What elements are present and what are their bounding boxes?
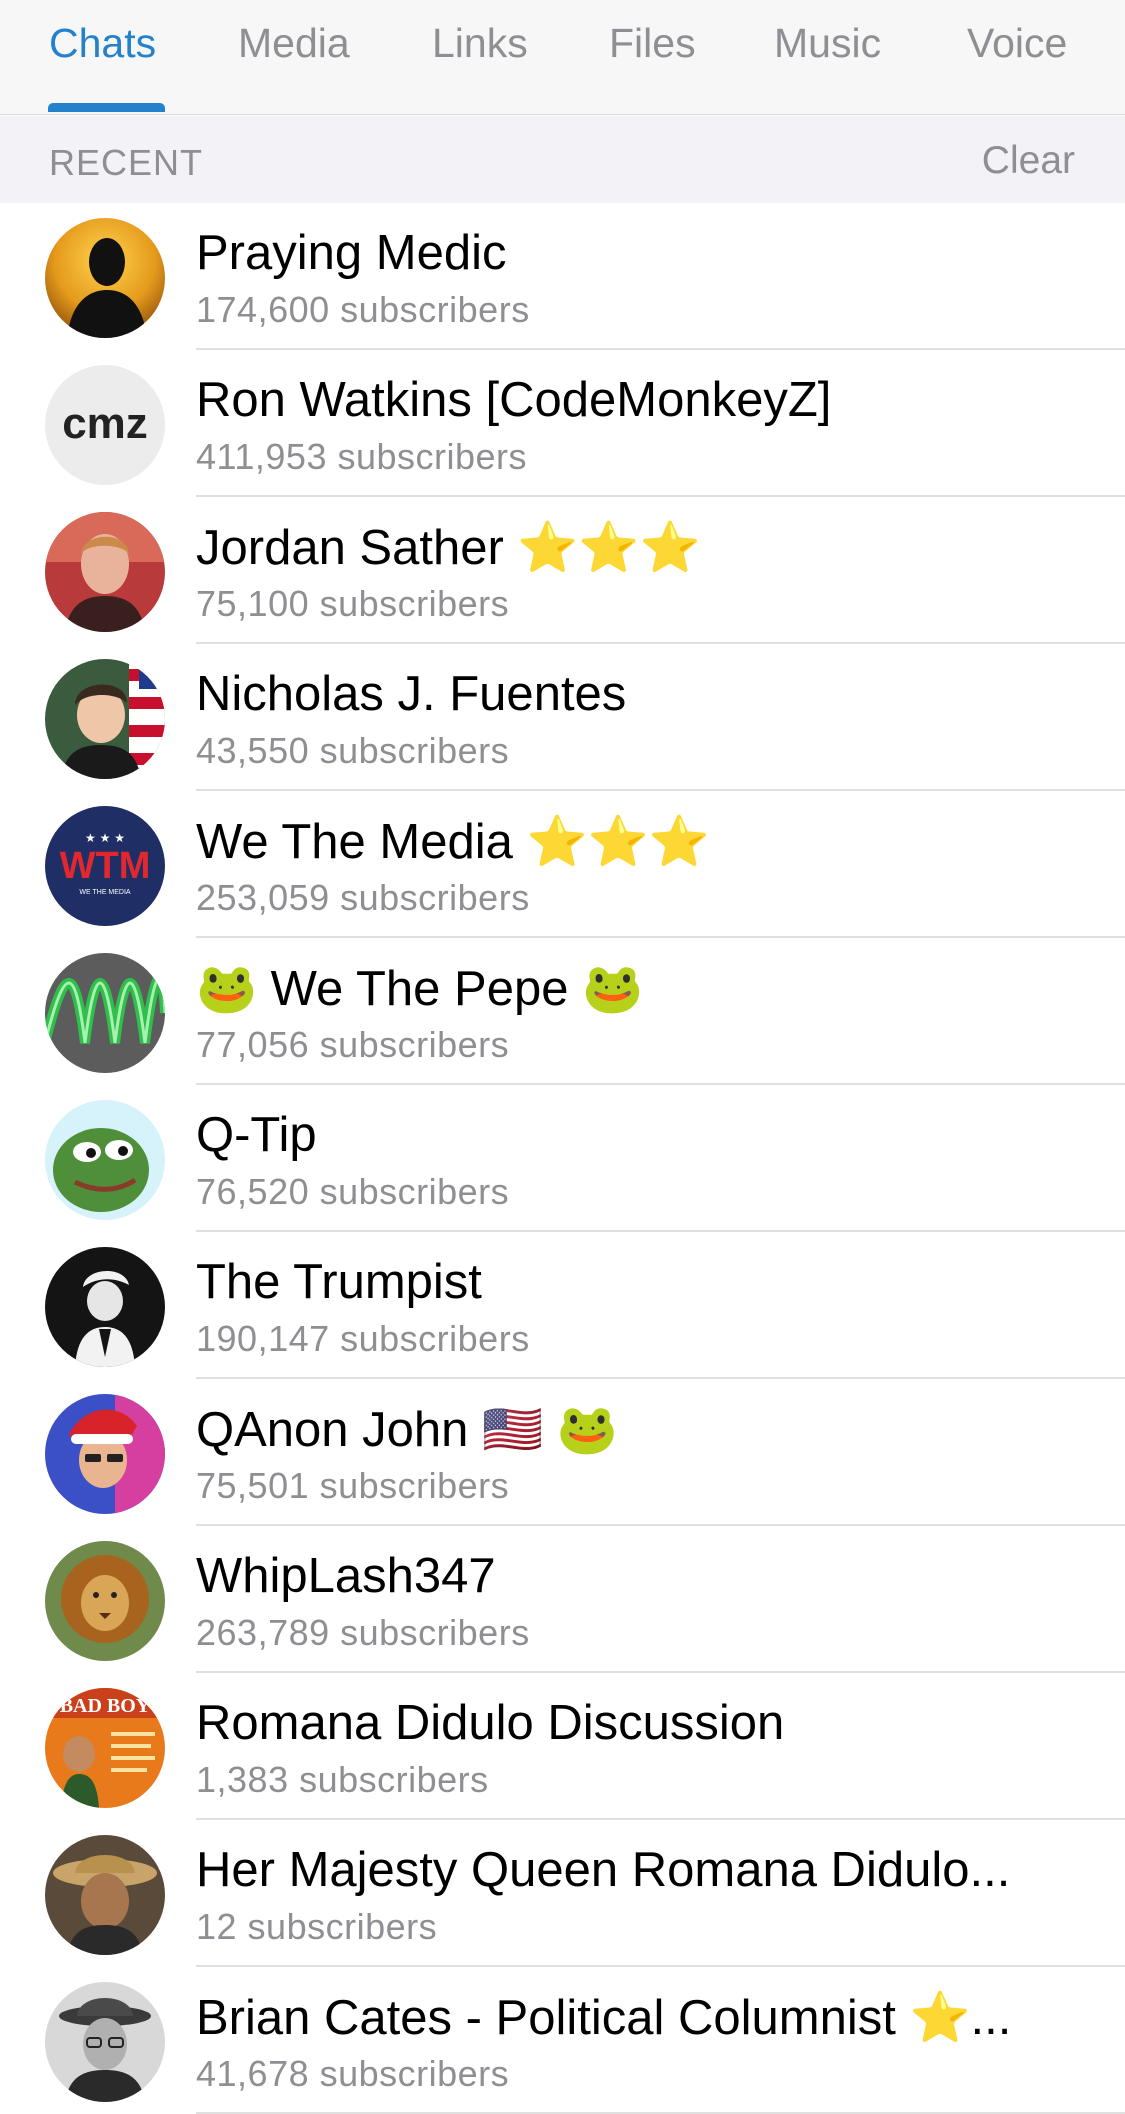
chat-name: 🐸 We The Pepe 🐸 xyxy=(196,962,644,1016)
wtm-logo-text: WTM xyxy=(60,845,151,887)
cmz-logo-text: cmz xyxy=(62,399,148,448)
section-title: RECENT xyxy=(49,142,204,183)
subscriber-count: 174,600 subscribers xyxy=(196,289,530,330)
chat-row[interactable]: Q-Tip 76,520 subscribers xyxy=(0,1085,1125,1232)
pepe-frog-avatar xyxy=(45,1100,165,1220)
chat-row[interactable]: Nicholas J. Fuentes 43,550 subscribers xyxy=(0,644,1125,791)
tab-chats[interactable]: Chats xyxy=(49,20,156,70)
tab-links[interactable]: Links xyxy=(432,20,528,70)
wtm-logo-avatar: ★ ★ ★ WTM WE THE MEDIA xyxy=(45,806,165,926)
chat-name: We The Media ⭐⭐⭐ xyxy=(196,815,710,869)
chat-name: Jordan Sather ⭐⭐⭐ xyxy=(196,521,701,575)
tab-music[interactable]: Music xyxy=(774,20,881,70)
svg-text:★ ★ ★: ★ ★ ★ xyxy=(85,831,125,845)
chat-name: Her Majesty Queen Romana Didulo... xyxy=(196,1843,1011,1897)
chat-row[interactable]: ★ ★ ★ WTM WE THE MEDIA We The Media ⭐⭐⭐ … xyxy=(0,791,1125,938)
recent-section-header: RECENT Clear xyxy=(0,116,1125,203)
subscriber-count: 253,059 subscribers xyxy=(196,877,530,918)
clear-button[interactable]: Clear xyxy=(982,139,1075,183)
subscriber-count: 77,056 subscribers xyxy=(196,1024,510,1065)
trump-sketch-avatar xyxy=(45,1247,165,1367)
tab-bar: Chats Media Links Files Music Voice xyxy=(0,0,1125,115)
chat-row[interactable]: Praying Medic 174,600 subscribers xyxy=(0,203,1125,350)
silhouette-sunset-avatar xyxy=(45,218,165,338)
green-waves-avatar xyxy=(45,953,165,1073)
chat-name: Nicholas J. Fuentes xyxy=(196,667,627,721)
santa-hat-avatar xyxy=(45,1394,165,1514)
chat-row[interactable]: 🐸 We The Pepe 🐸 77,056 subscribers xyxy=(0,938,1125,1085)
bad-boy-poster-text: BAD BOY xyxy=(60,1695,151,1717)
subscriber-count: 43,550 subscribers xyxy=(196,730,510,771)
chat-name: Praying Medic xyxy=(196,226,507,280)
tab-voice[interactable]: Voice xyxy=(967,20,1067,70)
chat-name: Ron Watkins [CodeMonkeyZ] xyxy=(196,373,832,427)
straw-hat-portrait-avatar xyxy=(45,1835,165,1955)
chat-name: WhipLash347 xyxy=(196,1549,496,1603)
subscriber-count: 12 subscribers xyxy=(196,1906,438,1947)
subscriber-count: 41,678 subscribers xyxy=(196,2053,510,2094)
portrait-flag-avatar xyxy=(45,659,165,779)
chat-row[interactable]: QAnon John 🇺🇸 🐸 75,501 subscribers xyxy=(0,1379,1125,1526)
chat-row[interactable]: The Trumpist 190,147 subscribers xyxy=(0,1232,1125,1379)
subscriber-count: 190,147 subscribers xyxy=(196,1318,530,1359)
tab-files[interactable]: Files xyxy=(609,20,696,70)
cmz-logo-avatar: cmz xyxy=(45,365,165,485)
fedora-portrait-avatar xyxy=(45,1982,165,2102)
subscriber-count: 263,789 subscribers xyxy=(196,1612,530,1653)
active-tab-indicator xyxy=(48,103,165,112)
chat-row[interactable]: Jordan Sather ⭐⭐⭐ 75,100 subscribers xyxy=(0,497,1125,644)
bad-boy-poster-avatar: BAD BOY xyxy=(45,1688,165,1808)
subscriber-count: 75,100 subscribers xyxy=(196,583,510,624)
chat-name: Romana Didulo Discussion xyxy=(196,1696,785,1750)
chat-row[interactable]: cmz Ron Watkins [CodeMonkeyZ] 411,953 su… xyxy=(0,350,1125,497)
subscriber-count: 1,383 subscribers xyxy=(196,1759,489,1800)
tab-media[interactable]: Media xyxy=(238,20,350,70)
lion-avatar xyxy=(45,1541,165,1661)
chat-row[interactable]: BAD BOY Romana Didulo Discussion 1,383 s… xyxy=(0,1673,1125,1820)
chat-row[interactable]: Brian Cates - Political Columnist ⭐... 4… xyxy=(0,1967,1125,2114)
chat-row[interactable]: Her Majesty Queen Romana Didulo... 12 su… xyxy=(0,1820,1125,1967)
chat-name: The Trumpist xyxy=(196,1255,482,1309)
portrait-avatar xyxy=(45,512,165,632)
chat-name: Q-Tip xyxy=(196,1108,317,1162)
subscriber-count: 411,953 subscribers xyxy=(196,436,528,477)
subscriber-count: 76,520 subscribers xyxy=(196,1171,510,1212)
chat-name: QAnon John 🇺🇸 🐸 xyxy=(196,1403,618,1457)
subscriber-count: 75,501 subscribers xyxy=(196,1465,510,1506)
chat-name: Brian Cates - Political Columnist ⭐... xyxy=(196,1991,1012,2045)
chat-row[interactable]: WhipLash347 263,789 subscribers xyxy=(0,1526,1125,1673)
wtm-logo-subtext: WE THE MEDIA xyxy=(79,889,131,896)
